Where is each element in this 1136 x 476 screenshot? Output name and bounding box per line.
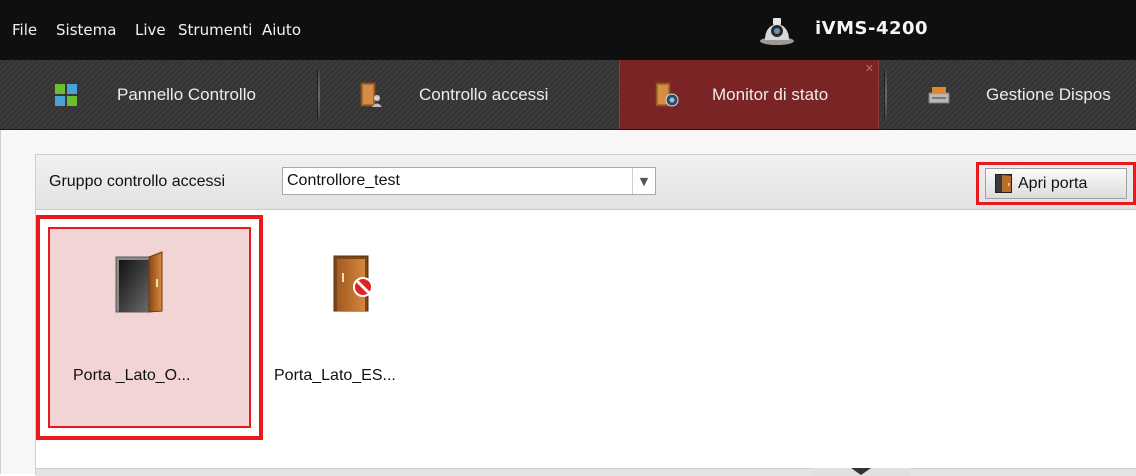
door-item-porta-lato-o[interactable]: Porta _Lato_O... [48, 227, 251, 428]
tab-separator [317, 70, 320, 119]
content-area: Gruppo controllo accessi Controllore_tes… [0, 130, 1136, 476]
chevron-down-icon[interactable]: ▼ [632, 168, 655, 194]
toolbar: Gruppo controllo accessi Controllore_tes… [36, 155, 1136, 210]
door-closed-forbidden-icon [333, 255, 373, 312]
grid-icon [55, 83, 77, 106]
tab-label: Gestione Dispos [986, 84, 1111, 104]
door-label: Porta _Lato_O... [73, 367, 191, 384]
tab-controllo-accessi[interactable]: Controllo accessi [360, 60, 610, 129]
expand-panel-handle[interactable] [812, 468, 910, 476]
app-title: iVMS-4200 [815, 18, 929, 39]
status-monitor-panel: Gruppo controllo accessi Controllore_tes… [35, 154, 1136, 476]
tab-label: Monitor di stato [712, 84, 829, 104]
close-icon[interactable]: ✕ [865, 62, 874, 75]
door-label: Porta_Lato_ES... [274, 367, 396, 384]
tab-gestione-dispositivi[interactable]: Gestione Dispos [928, 60, 1136, 129]
device-icon [928, 86, 950, 103]
door-item-porta-lato-es[interactable]: Porta_Lato_ES... [266, 227, 446, 428]
door-user-icon [360, 82, 382, 107]
tab-label: Pannello Controllo [117, 84, 256, 104]
menu-live[interactable]: Live [135, 20, 166, 40]
access-group-value: Controllore_test [287, 172, 400, 189]
door-camera-icon [655, 82, 679, 106]
menu-bar: File Sistema Live Strumenti Aiuto iVMS-4… [0, 0, 1136, 60]
tab-separator [884, 70, 887, 119]
access-group-select[interactable]: Controllore_test ▼ [282, 167, 656, 195]
tab-label: Controllo accessi [419, 84, 549, 104]
door-open-icon [115, 251, 163, 313]
open-door-button[interactable]: Apri porta [985, 168, 1127, 199]
tab-monitor-di-stato[interactable]: Monitor di stato ✕ [619, 60, 879, 129]
door-icon [995, 174, 1012, 193]
menu-sistema[interactable]: Sistema [56, 20, 116, 40]
access-group-label: Gruppo controllo accessi [49, 173, 226, 190]
menu-aiuto[interactable]: Aiuto [262, 20, 301, 40]
menu-file[interactable]: File [12, 20, 37, 40]
tab-pannello-controllo[interactable]: Pannello Controllo [55, 60, 315, 129]
menu-strumenti[interactable]: Strumenti [178, 20, 252, 40]
module-tab-bar: Pannello Controllo Controllo accessi Mon… [0, 60, 1136, 130]
bottom-splitter [36, 468, 1136, 476]
open-door-label: Apri porta [1018, 174, 1088, 192]
camera-logo-icon [760, 18, 794, 45]
door-list: Porta _Lato_O... Porta_Lato_ES... [36, 210, 1136, 476]
